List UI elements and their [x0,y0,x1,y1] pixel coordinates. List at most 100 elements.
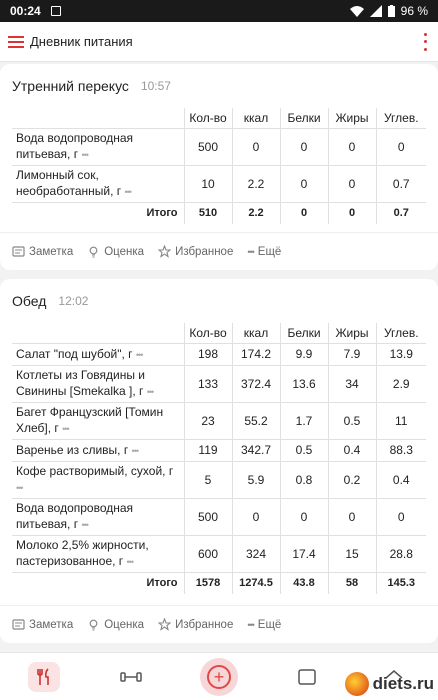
food-name: Молоко 2,5% жирности, пастеризованное, г… [16,538,149,568]
nav-stats[interactable] [263,653,351,700]
more-dots-icon[interactable]: ••• [81,520,89,530]
total-protein: 0 [279,202,328,224]
column-header: Жиры [327,108,376,128]
plus-circle-icon: + [206,664,231,689]
qty-cell: 10 [183,165,232,202]
more-dots-icon[interactable]: ••• [16,483,24,493]
table-row[interactable]: Вода водопроводная питьевая, г ••• 500 0… [12,128,426,165]
table-row[interactable]: Молоко 2,5% жирности, пастеризованное, г… [12,535,426,572]
column-header: Белки [279,108,328,128]
more-label: Ещё [257,618,282,631]
lightbulb-icon [89,246,98,258]
total-fat: 58 [327,572,376,594]
kcal-cell: 372.4 [231,365,280,402]
fat-cell: 7.9 [327,343,376,365]
qty-cell: 500 [183,128,232,165]
favorite-label: Избранное [175,618,234,631]
food-name: Салат "под шубой", г ••• [16,346,144,361]
more-dots-icon[interactable]: ••• [81,150,89,160]
table-row[interactable]: Багет Французский [Томин Хлеб], г ••• 23… [12,402,426,439]
protein-cell: 0.8 [279,461,328,498]
carbs-cell: 0 [375,128,426,165]
nav-diary[interactable] [0,653,88,700]
carbs-cell: 28.8 [375,535,426,572]
qty-cell: 119 [183,439,232,461]
hamburger-menu-icon[interactable] [8,35,24,48]
favorite-label: Избранное [175,245,234,258]
carbs-cell: 13.9 [375,343,426,365]
column-header: Белки [279,323,328,343]
meal-header[interactable]: Обед 12:02 [0,279,438,323]
meal-card-lunch: Обед 12:02 Кол-во ккал Белки Жиры Углев.… [0,279,438,643]
fat-cell: 0.2 [327,461,376,498]
table-header-row: Кол-во ккал Белки Жиры Углев. [12,323,426,343]
column-header: Жиры [327,323,376,343]
watermark-text: diets.ru [372,674,434,693]
watermark: diets.ru [344,672,434,696]
meal-time: 12:02 [58,294,89,308]
fat-cell: 0 [327,128,376,165]
favorite-button[interactable]: Избранное [158,245,233,258]
fat-cell: 0.5 [327,402,376,439]
more-dots-icon[interactable]: ••• [132,446,140,456]
meal-time: 10:57 [140,79,171,93]
more-dots-icon[interactable]: ••• [147,387,155,397]
food-name: Котлеты из Говядины и Свинины [Smekalka … [16,368,155,398]
star-icon [158,245,172,258]
column-header: ккал [231,323,280,343]
table-row[interactable]: Котлеты из Говядины и Свинины [Smekalka … [12,365,426,402]
qty-cell: 600 [183,535,232,572]
fat-cell: 34 [327,365,376,402]
battery-percent: 96 % [400,4,428,18]
kcal-cell: 342.7 [231,439,280,461]
fat-cell: 0 [327,498,376,535]
more-actions-button[interactable]: ••• Ещё [247,619,281,631]
meal-name: Обед [12,293,47,309]
total-carbs: 0.7 [375,202,426,224]
overflow-menu-icon[interactable] [420,32,430,51]
favorite-button[interactable]: Избранное [158,618,233,631]
table-row[interactable]: Лимонный сок, необработанный, г ••• 10 2… [12,165,426,202]
diets-logo-icon [344,672,369,696]
nav-add[interactable]: + [175,653,263,700]
total-label: Итого [146,207,178,220]
protein-cell: 9.9 [279,343,328,365]
rating-button[interactable]: Оценка [87,618,144,631]
column-header: Углев. [375,323,426,343]
protein-cell: 0.5 [279,439,328,461]
table-row[interactable]: Варенье из сливы, г ••• 119 342.7 0.5 0.… [12,439,426,461]
qty-cell: 23 [183,402,232,439]
total-qty: 510 [183,202,232,224]
star-icon [158,618,172,631]
more-dots-icon[interactable]: ••• [62,424,70,434]
status-right: 96 % [349,4,428,18]
more-dots-icon[interactable]: ••• [136,350,144,360]
table-row[interactable]: Вода водопроводная питьевая, г ••• 500 0… [12,498,426,535]
note-icon [12,619,25,630]
nav-fitness[interactable] [88,653,176,700]
carbs-cell: 0.7 [375,165,426,202]
protein-cell: 0 [279,498,328,535]
meal-table: Кол-во ккал Белки Жиры Углев. Салат "под… [12,323,426,594]
total-carbs: 145.3 [375,572,426,594]
table-row[interactable]: Салат "под шубой", г ••• 198 174.2 9.9 7… [12,343,426,365]
meal-actions: Заметка Оценка Избранное ••• Ещё [0,605,438,643]
note-label: Заметка [29,618,74,631]
add-button[interactable]: + [199,657,238,696]
more-dots-icon[interactable]: ••• [124,187,132,197]
battery-icon [387,5,395,17]
note-button[interactable]: Заметка [12,618,73,631]
food-name: Багет Французский [Томин Хлеб], г ••• [16,405,164,435]
ellipsis-icon: ••• [247,619,255,630]
kcal-cell: 0 [231,128,280,165]
status-bar: 00:24 96 % [0,0,438,22]
more-dots-icon[interactable]: ••• [127,557,135,567]
more-actions-button[interactable]: ••• Ещё [247,246,281,258]
fat-cell: 0 [327,165,376,202]
table-row[interactable]: Кофе растворимый, сухой, г ••• 5 5.9 0.8… [12,461,426,498]
meal-header[interactable]: Утренний перекус 10:57 [0,64,438,108]
note-button[interactable]: Заметка [12,245,73,258]
carbs-cell: 88.3 [375,439,426,461]
column-header: Кол-во [183,108,232,128]
rating-button[interactable]: Оценка [87,245,144,258]
